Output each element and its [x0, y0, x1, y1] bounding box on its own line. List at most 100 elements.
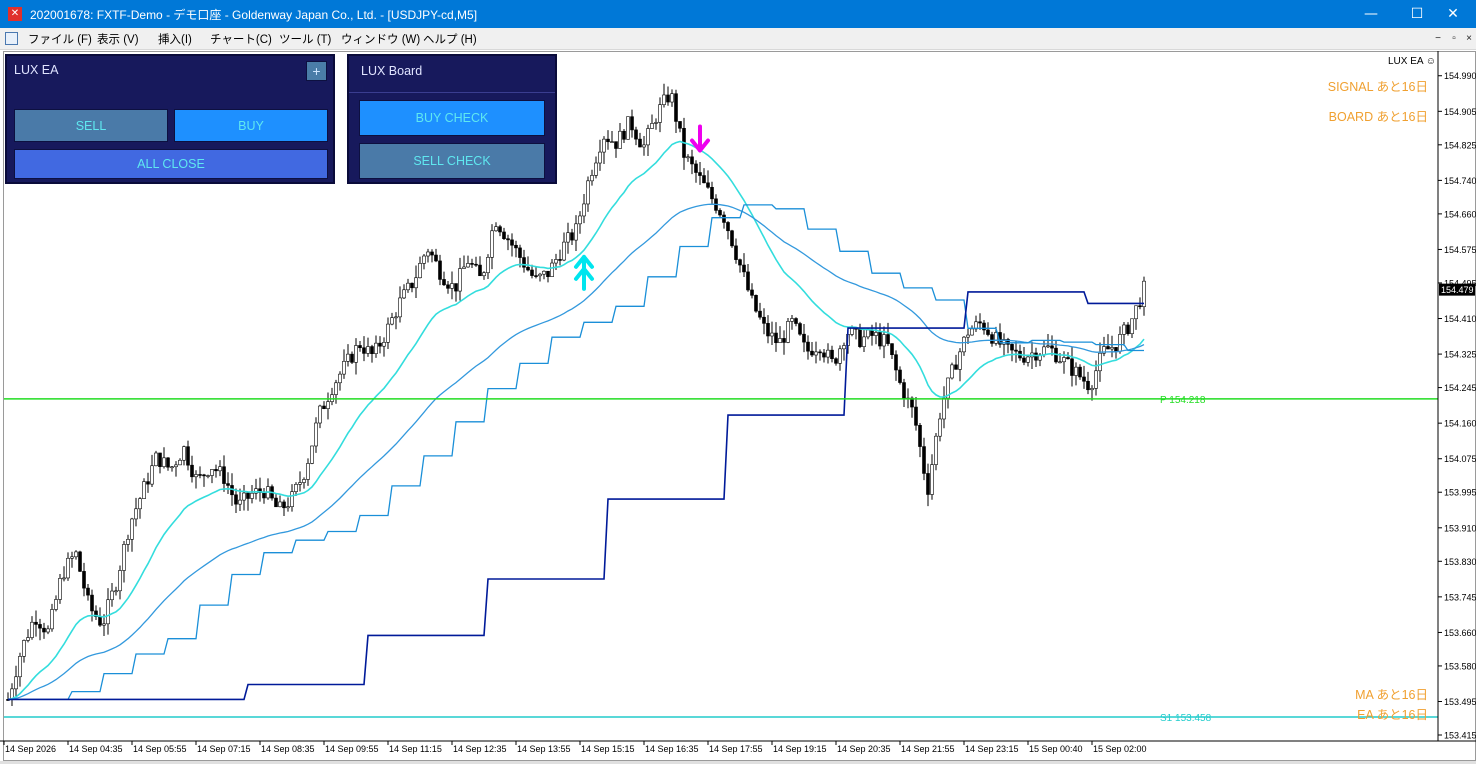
buy-button[interactable]: BUY	[174, 109, 328, 142]
candle-body	[482, 272, 486, 277]
candle-body	[382, 342, 386, 347]
candle-body	[894, 354, 898, 371]
candle-body	[750, 289, 754, 296]
candle-body	[446, 284, 450, 289]
candle-body	[606, 138, 610, 143]
buy-signal-arrow	[574, 266, 594, 291]
sell-button[interactable]: SELL	[14, 109, 168, 142]
candle-body	[98, 616, 102, 626]
candle-body	[530, 269, 534, 276]
candle-body	[822, 352, 826, 358]
x-tick-label: 14 Sep 21:55	[901, 744, 955, 754]
candle-body	[658, 104, 662, 123]
candle-body	[730, 230, 734, 247]
candle-body	[474, 263, 478, 266]
y-tick-label: 154.325	[1444, 350, 1476, 360]
candle-body	[1070, 358, 1074, 376]
y-tick-label: 154.740	[1444, 176, 1476, 186]
candle-body	[86, 587, 90, 596]
candle-body	[418, 263, 422, 279]
candle-body	[806, 341, 810, 352]
y-tick-label: 153.910	[1444, 523, 1476, 533]
candle-body	[926, 473, 930, 495]
menu-chart[interactable]: チャート(C)	[210, 31, 272, 47]
candle-body	[918, 425, 922, 447]
candle-body	[802, 333, 806, 343]
candle-body	[278, 501, 282, 508]
candle-body	[654, 122, 658, 124]
candle-body	[126, 539, 130, 545]
candle-body	[1022, 357, 1026, 363]
candle-body	[218, 466, 222, 472]
candle-body	[50, 609, 54, 630]
candle-body	[502, 231, 506, 239]
candle-body	[66, 557, 70, 579]
mdi-minimize-button[interactable]: −	[1431, 31, 1445, 46]
candle-body	[122, 544, 126, 571]
candle-body	[738, 259, 742, 266]
candle-body	[82, 571, 86, 589]
candle-body	[766, 323, 770, 337]
candle-body	[758, 310, 762, 318]
menu-file[interactable]: ファイル (F)	[28, 31, 92, 47]
mdi-close-button[interactable]: ×	[1462, 31, 1476, 46]
menu-bar: ファイル (F) 表示 (V) 挿入(I) チャート(C) ツール (T) ウィ…	[0, 28, 1476, 50]
candle-body	[14, 676, 18, 690]
candle-body	[546, 270, 550, 277]
close-button[interactable]: ✕	[1430, 0, 1476, 28]
candle-body	[742, 264, 746, 273]
menu-view[interactable]: 表示 (V)	[97, 31, 139, 47]
candle-body	[618, 130, 622, 149]
expand-plus-button[interactable]: +	[306, 61, 327, 81]
menu-window[interactable]: ウィンドウ (W)	[341, 31, 420, 47]
lux-ea-title: LUX EA	[14, 63, 59, 77]
candle-body	[1106, 346, 1110, 350]
menu-tools[interactable]: ツール (T)	[279, 31, 331, 47]
board-countdown: BOARD あと16日	[1328, 110, 1428, 124]
candle-body	[410, 282, 414, 289]
x-tick-label: 15 Sep 00:40	[1029, 744, 1083, 754]
candle-body	[198, 474, 202, 476]
candle-body	[978, 321, 982, 324]
buy-check-button[interactable]: BUY CHECK	[359, 100, 545, 136]
y-tick-label: 154.075	[1444, 454, 1476, 464]
minimize-button[interactable]: —	[1348, 0, 1394, 28]
menu-help[interactable]: ヘルプ (H)	[423, 31, 477, 47]
sell-check-button[interactable]: SELL CHECK	[359, 143, 545, 179]
x-tick-label: 14 Sep 19:15	[773, 744, 827, 754]
candle-body	[1014, 349, 1018, 352]
candle-body	[54, 599, 58, 610]
candle-body	[74, 551, 78, 558]
candle-body	[662, 94, 666, 105]
mdi-restore-button[interactable]: ▫	[1447, 31, 1461, 46]
candle-body	[486, 257, 490, 274]
candle-body	[1098, 352, 1102, 372]
horizontal-level-label: S1 153.458	[1160, 713, 1212, 724]
candle-body	[214, 469, 218, 472]
y-tick-label: 153.580	[1444, 661, 1476, 671]
candle-body	[1034, 352, 1038, 361]
candle-body	[614, 141, 618, 149]
candle-body	[834, 358, 838, 364]
document-icon[interactable]	[5, 32, 18, 45]
candle-body	[442, 279, 446, 286]
menu-insert[interactable]: 挿入(I)	[158, 31, 192, 47]
candle-body	[650, 123, 654, 129]
candle-body	[42, 627, 46, 633]
candle-body	[610, 141, 614, 143]
candle-body	[890, 343, 894, 355]
y-tick-label: 154.160	[1444, 419, 1476, 429]
candle-body	[370, 346, 374, 354]
candle-body	[114, 590, 118, 593]
candle-body	[710, 187, 714, 200]
candle-body	[62, 577, 66, 580]
candle-body	[290, 491, 294, 507]
candle-body	[178, 459, 182, 466]
candle-body	[674, 93, 678, 122]
candle-body	[774, 332, 778, 344]
candle-body	[786, 321, 790, 343]
horizontal-lines-group: P 154.218 S1 153.458	[4, 395, 1438, 724]
candle-body	[526, 266, 530, 271]
all-close-button[interactable]: ALL CLOSE	[14, 149, 328, 179]
candle-body	[862, 336, 866, 347]
